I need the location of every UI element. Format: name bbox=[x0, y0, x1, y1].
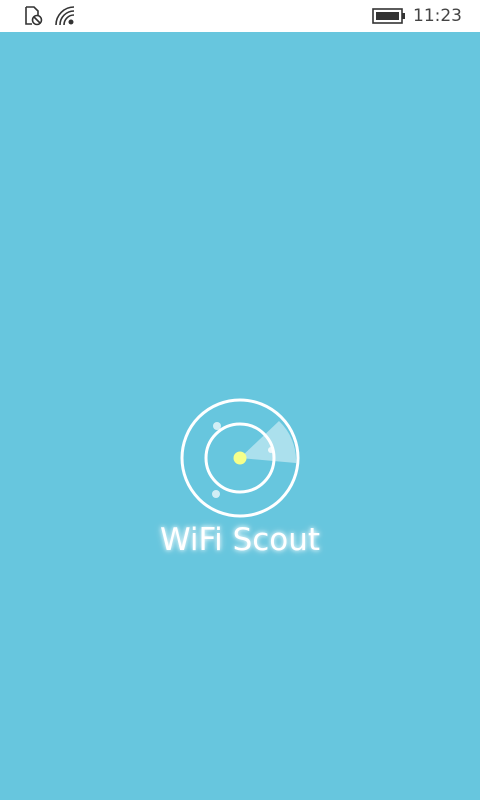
wifi-signal-icon bbox=[54, 5, 76, 27]
splash-screen: WiFi Scout bbox=[0, 32, 480, 800]
battery-icon bbox=[372, 8, 406, 24]
clock-time: 11:23 bbox=[413, 6, 462, 26]
notification-off-icon bbox=[22, 5, 44, 27]
app-title: WiFi Scout bbox=[159, 522, 321, 558]
radar-icon bbox=[180, 398, 300, 518]
status-bar: 11:23 bbox=[0, 0, 480, 32]
